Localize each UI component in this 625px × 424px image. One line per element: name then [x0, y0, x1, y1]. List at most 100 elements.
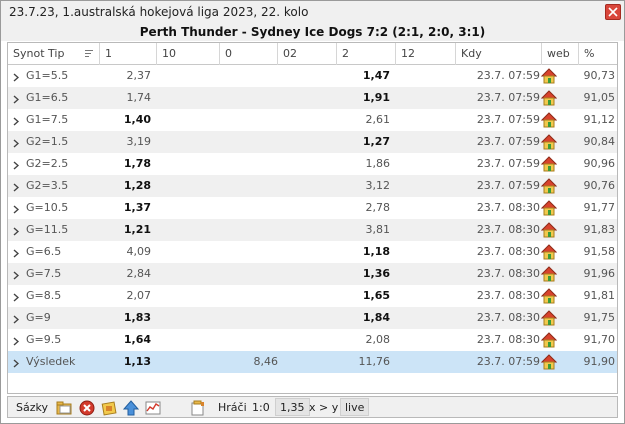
- cell-odds-1[interactable]: 1,28: [100, 175, 157, 197]
- table-row[interactable]: G=10.5 1,37 2,78 23.7. 08:30 91,77: [8, 197, 617, 219]
- cell-odds-1[interactable]: 1,37: [100, 197, 157, 219]
- cell-odds-0[interactable]: [220, 175, 278, 197]
- cell-odds-2[interactable]: 1,47: [337, 65, 396, 87]
- home-icon[interactable]: [540, 134, 558, 153]
- cell-odds-2[interactable]: 2,61: [337, 109, 396, 131]
- chevron-right-icon[interactable]: [13, 138, 20, 151]
- home-icon[interactable]: [540, 68, 558, 87]
- chevron-right-icon[interactable]: [13, 182, 20, 195]
- table-row[interactable]: G=7.5 2,84 1,36 23.7. 08:30 91,96: [8, 263, 617, 285]
- column-header-02[interactable]: 02: [278, 43, 337, 65]
- table-row[interactable]: G1=6.5 1,74 1,91 23.7. 07:59 91,05: [8, 87, 617, 109]
- table-row[interactable]: G1=7.5 1,40 2,61 23.7. 07:59 91,12: [8, 109, 617, 131]
- cell-odds-2[interactable]: 1,91: [337, 87, 396, 109]
- column-header-web[interactable]: web: [542, 43, 579, 65]
- chevron-right-icon[interactable]: [13, 72, 20, 85]
- cell-odds-2[interactable]: 1,65: [337, 285, 396, 307]
- table-row[interactable]: G1=5.5 2,37 1,47 23.7. 07:59 90,73: [8, 65, 617, 87]
- cell-odds-2[interactable]: 1,18: [337, 241, 396, 263]
- notes-icon[interactable]: [190, 400, 206, 416]
- column-header-percent[interactable]: %: [579, 43, 617, 65]
- cell-odds-0[interactable]: [220, 153, 278, 175]
- cell-odds-2[interactable]: 1,27: [337, 131, 396, 153]
- column-header-1[interactable]: 1: [100, 43, 157, 65]
- cell-odds-0[interactable]: [220, 329, 278, 351]
- cell-odds-1[interactable]: 1,83: [100, 307, 157, 329]
- home-icon[interactable]: [540, 222, 558, 241]
- table-row[interactable]: G=9 1,83 1,84 23.7. 08:30 91,75: [8, 307, 617, 329]
- arrow-up-icon[interactable]: [122, 400, 140, 416]
- cell-odds-1[interactable]: 1,13: [100, 351, 157, 373]
- cell-odds-0[interactable]: [220, 219, 278, 241]
- cell-odds-0[interactable]: [220, 241, 278, 263]
- cell-odds-0[interactable]: [220, 197, 278, 219]
- chevron-right-icon[interactable]: [13, 292, 20, 305]
- home-icon[interactable]: [540, 90, 558, 109]
- close-button[interactable]: [605, 4, 621, 20]
- cell-odds-1[interactable]: 3,19: [100, 131, 157, 153]
- column-header-12[interactable]: 12: [396, 43, 456, 65]
- table-row[interactable]: G=6.5 4,09 1,18 23.7. 08:30 91,58: [8, 241, 617, 263]
- chevron-right-icon[interactable]: [13, 116, 20, 129]
- cell-odds-2[interactable]: 11,76: [337, 351, 396, 373]
- cell-odds-2[interactable]: 3,81: [337, 219, 396, 241]
- chevron-right-icon[interactable]: [13, 248, 20, 261]
- cell-odds-1[interactable]: 1,78: [100, 153, 157, 175]
- home-icon[interactable]: [540, 156, 558, 175]
- cell-odds-1[interactable]: 1,74: [100, 87, 157, 109]
- chevron-right-icon[interactable]: [13, 336, 20, 349]
- cell-odds-2[interactable]: 1,84: [337, 307, 396, 329]
- chevron-right-icon[interactable]: [13, 94, 20, 107]
- home-icon[interactable]: [540, 244, 558, 263]
- cell-odds-0[interactable]: [220, 263, 278, 285]
- table-row[interactable]: G2=1.5 3,19 1,27 23.7. 07:59 90,84: [8, 131, 617, 153]
- cell-odds-1[interactable]: 2,84: [100, 263, 157, 285]
- ticket-icon[interactable]: [101, 400, 117, 416]
- cell-odds-0[interactable]: [220, 307, 278, 329]
- cell-odds-0[interactable]: [220, 65, 278, 87]
- cell-odds-1[interactable]: 1,21: [100, 219, 157, 241]
- home-icon[interactable]: [540, 332, 558, 351]
- cell-odds-2[interactable]: 1,36: [337, 263, 396, 285]
- live-button[interactable]: live: [340, 398, 370, 416]
- cell-odds-2[interactable]: 3,12: [337, 175, 396, 197]
- home-icon[interactable]: [540, 310, 558, 329]
- table-row[interactable]: G2=3.5 1,28 3,12 23.7. 07:59 90,76: [8, 175, 617, 197]
- cell-odds-0[interactable]: [220, 87, 278, 109]
- cell-odds-2[interactable]: 1,86: [337, 153, 396, 175]
- cell-odds-2[interactable]: 2,08: [337, 329, 396, 351]
- chevron-right-icon[interactable]: [13, 226, 20, 239]
- cell-odds-1[interactable]: 2,07: [100, 285, 157, 307]
- cell-odds-0[interactable]: [220, 109, 278, 131]
- cell-odds-1[interactable]: 1,40: [100, 109, 157, 131]
- cell-odds-2[interactable]: 2,78: [337, 197, 396, 219]
- delete-icon[interactable]: [79, 400, 95, 416]
- home-icon[interactable]: [540, 266, 558, 285]
- column-header-2[interactable]: 2: [337, 43, 396, 65]
- home-icon[interactable]: [540, 200, 558, 219]
- table-row[interactable]: G=8.5 2,07 1,65 23.7. 08:30 91,81: [8, 285, 617, 307]
- home-icon[interactable]: [540, 354, 558, 373]
- home-icon[interactable]: [540, 288, 558, 307]
- cell-odds-1[interactable]: 4,09: [100, 241, 157, 263]
- table-row[interactable]: G=11.5 1,21 3,81 23.7. 08:30 91,83: [8, 219, 617, 241]
- cell-odds-1[interactable]: 1,64: [100, 329, 157, 351]
- table-row[interactable]: G=9.5 1,64 2,08 23.7. 08:30 91,70: [8, 329, 617, 351]
- cell-odds-0[interactable]: [220, 285, 278, 307]
- chart-icon[interactable]: [145, 400, 161, 416]
- cell-odds-0[interactable]: 8,46: [220, 351, 279, 373]
- home-icon[interactable]: [540, 178, 558, 197]
- column-header-10[interactable]: 10: [157, 43, 220, 65]
- cell-odds-1[interactable]: 2,37: [100, 65, 157, 87]
- column-header-kdy[interactable]: Kdy: [456, 43, 542, 65]
- folder-icon[interactable]: [56, 400, 72, 416]
- chevron-right-icon[interactable]: [13, 314, 20, 327]
- ratio-value[interactable]: 1,35: [275, 398, 310, 416]
- column-header-0[interactable]: 0: [220, 43, 278, 65]
- table-row[interactable]: G2=2.5 1,78 1,86 23.7. 07:59 90,96: [8, 153, 617, 175]
- column-header-synot-tip[interactable]: Synot Tip: [8, 43, 100, 65]
- table-row[interactable]: Výsledek 1,13 8,46 11,76 23.7. 07:59 91,90: [8, 351, 617, 373]
- chevron-right-icon[interactable]: [13, 204, 20, 217]
- chevron-right-icon[interactable]: [13, 358, 20, 371]
- cell-odds-0[interactable]: [220, 131, 278, 153]
